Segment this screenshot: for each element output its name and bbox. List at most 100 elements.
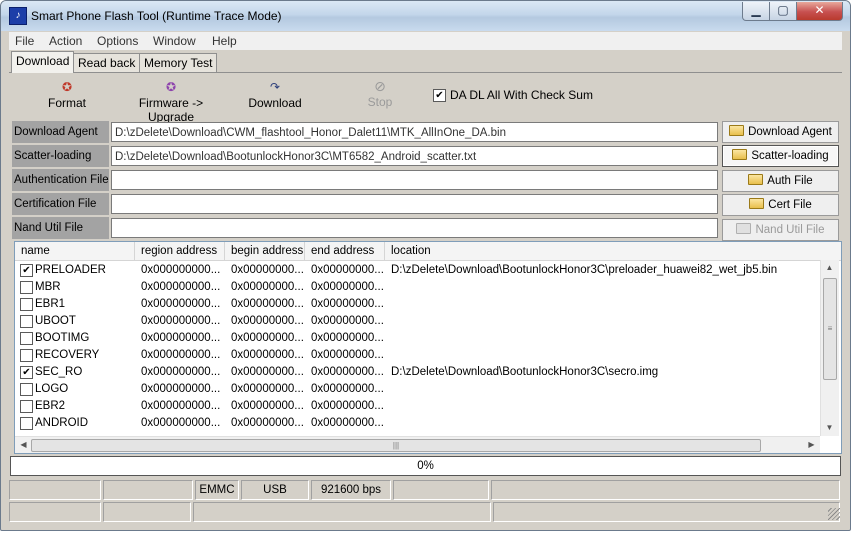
- cell-name: ANDROID: [35, 417, 89, 429]
- row-checkbox[interactable]: [20, 383, 33, 396]
- tab-strip: Download Read back Memory Test: [9, 51, 842, 73]
- nand-util-label: Nand Util File: [12, 217, 109, 239]
- cell-name: EBR2: [35, 400, 66, 412]
- cell-end: 0x00000000...: [311, 315, 383, 327]
- status-cell-empty: [393, 480, 489, 500]
- firmware-upgrade-label: Firmware -> Upgrade: [138, 96, 204, 124]
- title-bar[interactable]: ♪ Smart Phone Flash Tool (Runtime Trace …: [1, 1, 850, 31]
- table-row[interactable]: LOGO 0x000000000... 0x00000000... 0x0000000…: [15, 381, 820, 398]
- scatter-loading-button-label: Scatter-loading: [751, 150, 829, 162]
- scroll-thumb[interactable]: ≡: [823, 278, 837, 380]
- scatter-loading-button[interactable]: Scatter-loading: [722, 145, 839, 167]
- table-row[interactable]: MBR 0x000000000... 0x00000000... 0x00000000…: [15, 279, 820, 296]
- column-header-end[interactable]: end address: [305, 242, 385, 260]
- scroll-down-icon[interactable]: ▼: [821, 420, 838, 436]
- scroll-right-icon[interactable]: ▶: [803, 437, 820, 453]
- column-header-region[interactable]: region address: [135, 242, 225, 260]
- tab-memory-test[interactable]: Memory Test: [139, 53, 218, 72]
- download-tab-panel: ✪ Format ✪ Firmware -> Upgrade ↷ Downloa…: [9, 72, 842, 522]
- resize-grip-icon[interactable]: [828, 508, 840, 520]
- cell-end: 0x00000000...: [311, 400, 383, 412]
- download-agent-button[interactable]: Download Agent: [722, 121, 839, 143]
- row-checkbox[interactable]: [20, 417, 33, 430]
- cell-begin: 0x00000000...: [231, 298, 303, 310]
- menu-options[interactable]: Options: [97, 34, 138, 48]
- hscroll-thumb[interactable]: |||: [31, 439, 761, 452]
- row-checkbox[interactable]: [20, 315, 33, 328]
- nand-util-field[interactable]: [111, 218, 718, 238]
- status-cell-empty: [493, 502, 840, 522]
- table-row[interactable]: UBOOT 0x000000000... 0x00000000... 0x000000…: [15, 313, 820, 330]
- cell-end: 0x00000000...: [311, 332, 383, 344]
- progress-text: 0%: [417, 460, 434, 472]
- status-bar-secondary: [9, 502, 842, 522]
- auth-file-button[interactable]: Auth File: [722, 170, 839, 192]
- partition-table: name region address begin address end ad…: [14, 241, 842, 454]
- maximize-button[interactable]: ▢: [769, 2, 797, 21]
- row-checkbox-checked[interactable]: ✔: [20, 366, 33, 379]
- cert-file-label: Certification File: [12, 193, 109, 215]
- nand-util-button[interactable]: Nand Util File: [722, 219, 839, 241]
- menu-window[interactable]: Window: [153, 34, 196, 48]
- row-checkbox[interactable]: [20, 400, 33, 413]
- auth-file-field[interactable]: [111, 170, 718, 190]
- row-checkbox-checked[interactable]: ✔: [20, 264, 33, 277]
- cert-file-button[interactable]: Cert File: [722, 194, 839, 216]
- menu-file[interactable]: File: [15, 34, 34, 48]
- cell-region: 0x000000000...: [141, 332, 221, 344]
- nand-util-button-label: Nand Util File: [755, 224, 825, 236]
- cert-file-field[interactable]: [111, 194, 718, 214]
- column-header-begin[interactable]: begin address: [225, 242, 305, 260]
- cell-location: D:\zDelete\Download\BootunlockHonor3C\se…: [391, 366, 659, 378]
- cell-name: EBR1: [35, 298, 66, 310]
- status-cell-empty: [103, 480, 193, 500]
- cell-begin: 0x00000000...: [231, 417, 303, 429]
- app-icon: ♪: [9, 7, 27, 25]
- table-row[interactable]: ✔ PRELOADER 0x000000000... 0x00000000... 0x0…: [15, 262, 820, 279]
- horizontal-scrollbar[interactable]: ◀ ||| ▶: [15, 436, 820, 453]
- firmware-upgrade-button[interactable]: ✪ Firmware -> Upgrade: [119, 81, 223, 125]
- close-button[interactable]: ✕: [796, 2, 843, 21]
- table-row[interactable]: BOOTIMG 0x000000000... 0x00000000... 0x0000…: [15, 330, 820, 347]
- format-button[interactable]: ✪ Format: [47, 80, 87, 111]
- table-row[interactable]: RECOVERY 0x000000000... 0x00000000... 0x000…: [15, 347, 820, 364]
- status-baud: 921600 bps: [311, 480, 391, 500]
- download-button[interactable]: ↷ Download: [247, 81, 303, 111]
- scatter-loading-field[interactable]: D:\zDelete\Download\BootunlockHonor3C\MT…: [111, 146, 718, 166]
- tab-read-back[interactable]: Read back: [73, 53, 141, 72]
- menu-help[interactable]: Help: [212, 34, 237, 48]
- column-header-name[interactable]: name: [15, 242, 135, 260]
- table-row[interactable]: EBR2 0x000000000... 0x00000000... 0x0000000…: [15, 398, 820, 415]
- scroll-left-icon[interactable]: ◀: [15, 437, 32, 453]
- cell-region: 0x000000000...: [141, 383, 221, 395]
- tab-download[interactable]: Download: [11, 51, 75, 73]
- cell-begin: 0x00000000...: [231, 366, 303, 378]
- cell-region: 0x000000000...: [141, 400, 221, 412]
- folder-icon: [736, 223, 752, 234]
- table-header: name region address begin address end ad…: [15, 242, 841, 261]
- format-label: Format: [47, 96, 86, 110]
- vertical-scrollbar[interactable]: ▲ ≡ ▼: [820, 260, 839, 436]
- table-row[interactable]: ✔ SEC_RO 0x000000000... 0x00000000... 0x0000…: [15, 364, 820, 381]
- row-checkbox[interactable]: [20, 332, 33, 345]
- row-checkbox[interactable]: [20, 298, 33, 311]
- column-header-location[interactable]: location: [385, 242, 841, 260]
- download-agent-field[interactable]: D:\zDelete\Download\CWM_flashtool_Honor_…: [111, 122, 718, 142]
- scroll-up-icon[interactable]: ▲: [821, 260, 838, 276]
- menu-action[interactable]: Action: [49, 34, 82, 48]
- table-row[interactable]: EBR1 0x000000000... 0x00000000... 0x0000000…: [15, 296, 820, 313]
- table-row[interactable]: ANDROID 0x000000000... 0x00000000... 0x0000…: [15, 415, 820, 432]
- stop-icon: ⊘: [374, 78, 386, 94]
- da-checksum-checkbox[interactable]: ✔ DA DL All With Check Sum: [433, 88, 593, 103]
- download-agent-label: Download Agent: [12, 121, 109, 143]
- row-checkbox[interactable]: [20, 281, 33, 294]
- cell-begin: 0x00000000...: [231, 281, 303, 293]
- cell-end: 0x00000000...: [311, 264, 383, 276]
- app-window: ♪ Smart Phone Flash Tool (Runtime Trace …: [0, 0, 851, 531]
- cell-name: MBR: [35, 281, 61, 293]
- minimize-button[interactable]: ▁: [742, 2, 770, 21]
- format-icon: ✪: [61, 80, 73, 94]
- cell-end: 0x00000000...: [311, 281, 383, 293]
- stop-button[interactable]: ⊘ Stop: [365, 78, 395, 109]
- row-checkbox[interactable]: [20, 349, 33, 362]
